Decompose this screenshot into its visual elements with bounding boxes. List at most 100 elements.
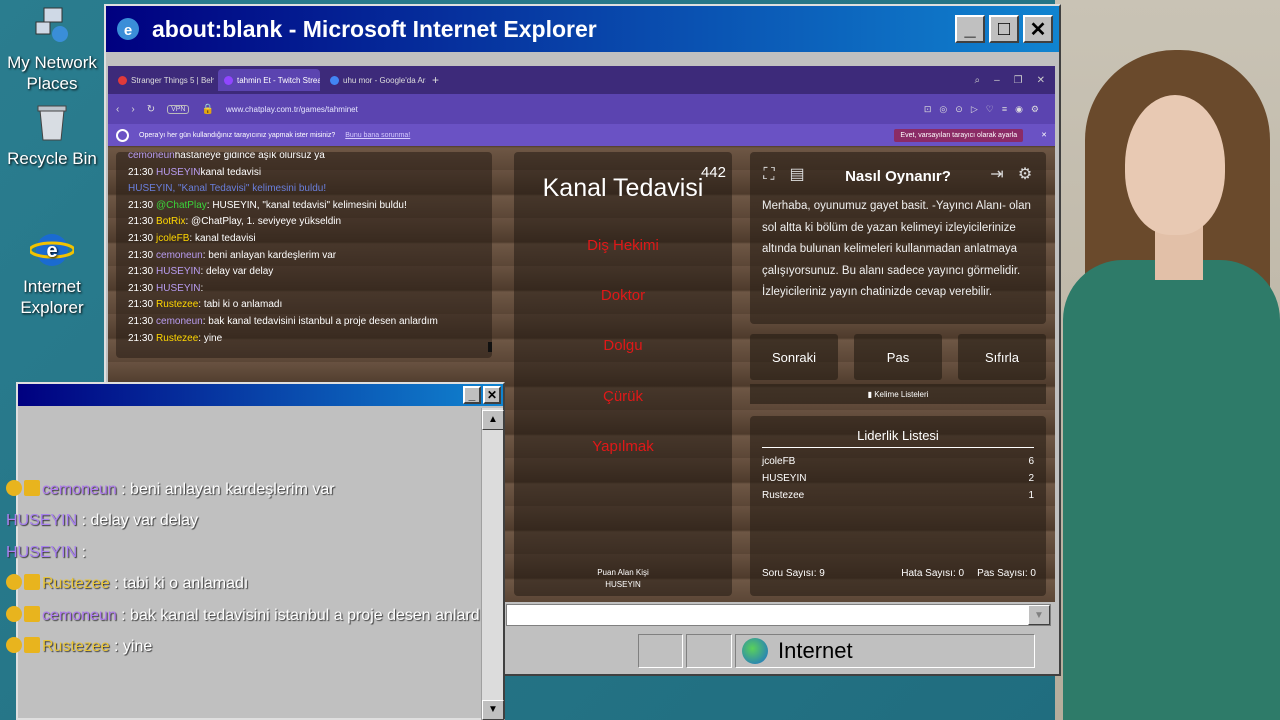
overlay-text: : beni anlayan kardeşlerim var xyxy=(116,481,335,498)
pass-button[interactable]: Pas xyxy=(854,334,942,380)
minimize-icon[interactable]: – xyxy=(994,75,1000,86)
scrollbar[interactable]: ▲ ▼ xyxy=(481,408,504,720)
message-time: 21:30 xyxy=(128,315,154,327)
reload-icon[interactable]: ↻ xyxy=(147,104,155,115)
scroll-down-button[interactable]: ▼ xyxy=(482,700,504,720)
minimize-button[interactable]: _ xyxy=(955,15,985,43)
maximize-button[interactable]: □ xyxy=(989,15,1019,43)
chat-username[interactable]: BotRix xyxy=(156,216,185,227)
chat-username[interactable]: HUSEYIN xyxy=(156,283,200,294)
chat-username[interactable]: cemoneun xyxy=(128,152,175,161)
browser-tab-active[interactable]: tahmin Et - Twitch Stream xyxy=(218,69,320,91)
toolbar-icons[interactable]: ⊡◎⊙▷♡≡◉⚙ xyxy=(924,104,1047,115)
close-icon[interactable]: ✕ xyxy=(1037,75,1045,86)
lock-icon: 🔒 xyxy=(201,103,214,115)
word-lists-button[interactable]: ▮ Kelime Listeleri xyxy=(750,384,1046,404)
infobar-dismiss-link[interactable]: Bunu bana sorunma! xyxy=(345,132,410,139)
desktop-icon-network-places[interactable]: My Network Places xyxy=(2,4,102,94)
gear-icon[interactable]: ⚙ xyxy=(1014,164,1036,186)
desktop-icon-label: Recycle Bin xyxy=(7,149,97,168)
next-button[interactable]: Sonraki xyxy=(750,334,838,380)
player-name: HUSEYIN xyxy=(762,473,807,484)
default-browser-infobar: Opera'yı her gün kullandığınız tarayıcın… xyxy=(108,124,1055,146)
tab-controls: ⌕ – ❐ ✕ xyxy=(974,75,1051,86)
chat-text: : @ChatPlay, 1. seviyeye yükseldin xyxy=(185,216,342,228)
chat-message: 21:30 Rustezee: tabi ki o anlamadı xyxy=(128,297,480,314)
chat-username[interactable]: HUSEYIN xyxy=(156,266,200,277)
overlay-titlebar[interactable]: _ ✕ xyxy=(18,384,503,406)
recycle-bin-icon xyxy=(37,105,67,141)
browser-tab[interactable]: uhu mor - Google'da Ara xyxy=(324,69,426,91)
set-default-button[interactable]: Evet, varsayılan tarayıcı olarak ayarla xyxy=(894,128,1024,142)
error-count: Hata Sayısı: 0 xyxy=(901,568,965,579)
leaderboard-row: Rustezee 1 xyxy=(762,490,1034,501)
youtube-icon xyxy=(118,75,127,85)
chat-message: HUSEYIN, "Kanal Tedavisi" kelimesini bul… xyxy=(128,181,480,198)
chat-message: 21:30 HUSEYINkanal tedavisi xyxy=(128,165,480,182)
chat-badge-icon xyxy=(24,480,40,496)
chat-username[interactable]: @ChatPlay xyxy=(156,200,207,211)
address-input[interactable]: www.chatplay.com.tr/games/tahminet xyxy=(226,105,912,114)
restore-icon[interactable]: ❐ xyxy=(1014,75,1023,86)
search-tabs-icon[interactable]: ⌕ xyxy=(974,75,980,86)
chat-message: 21:30 HUSEYIN: delay var delay xyxy=(128,264,480,281)
reset-button[interactable]: Sıfırla xyxy=(958,334,1046,380)
chat-username[interactable]: cemoneun xyxy=(156,316,203,327)
chat-username[interactable]: HUSEYIN xyxy=(128,183,172,194)
status-cell xyxy=(686,634,732,668)
minimize-button[interactable]: _ xyxy=(463,386,481,404)
chat-badge-icon xyxy=(6,574,22,591)
close-button[interactable]: ✕ xyxy=(483,386,501,404)
player-score: 6 xyxy=(1028,456,1034,467)
browser-tab[interactable]: Stranger Things 5 | Behind xyxy=(112,69,214,91)
forward-icon[interactable]: › xyxy=(131,104,134,115)
chat-text: kanal tedavisi xyxy=(200,166,262,178)
message-time: 21:30 xyxy=(128,199,154,211)
chat-scroll-thumb[interactable] xyxy=(488,342,492,352)
ie-titlebar[interactable]: e about:blank - Microsoft Internet Explo… xyxy=(106,6,1059,52)
player-name: Rustezee xyxy=(762,490,805,501)
vpn-badge[interactable]: VPN xyxy=(167,104,190,114)
zone-label: Internet xyxy=(778,638,853,663)
tab-label: uhu mor - Google'da Ara xyxy=(343,75,426,85)
chat-username[interactable]: cemoneun xyxy=(156,250,203,261)
chat-panel: cemoneunhastaneye gidince aşık olursuz y… xyxy=(116,152,492,358)
chat-badge-icon xyxy=(6,605,22,622)
exit-icon[interactable]: ⇥ xyxy=(986,164,1008,186)
chat-username[interactable]: HUSEYIN xyxy=(156,167,200,178)
close-button[interactable]: ✕ xyxy=(1023,15,1053,43)
chat-badge-icon xyxy=(24,574,40,591)
overlay-username: cemoneun xyxy=(42,606,117,624)
overlay-chat-window: _ ✕ cemoneun : beni anlayan kardeşlerim … xyxy=(6,382,505,720)
player-score: 1 xyxy=(1028,490,1034,501)
message-time: 21:30 xyxy=(128,232,154,244)
chat-message: 21:30 HUSEYIN: xyxy=(128,281,480,298)
chat-badge-icon xyxy=(6,637,22,654)
overlay-username: Rustezee xyxy=(42,575,110,593)
webcam-feed xyxy=(1055,0,1280,720)
close-icon[interactable]: ✕ xyxy=(1041,131,1047,139)
chat-text: : kanal tedavisi xyxy=(189,232,256,244)
chat-message: 21:30 cemoneun: beni anlayan kardeşlerim … xyxy=(128,248,480,265)
desktop-icon-label: My Network Places xyxy=(7,53,97,93)
dropdown-arrow-icon[interactable]: ▼ xyxy=(1028,605,1050,625)
scroll-up-button[interactable]: ▲ xyxy=(482,410,504,430)
chat-username[interactable]: jcoleFB xyxy=(156,233,189,244)
new-tab-button[interactable]: + xyxy=(432,73,439,87)
desktop-icon-recycle-bin[interactable]: Recycle Bin xyxy=(2,100,102,169)
message-time: 21:30 xyxy=(128,266,154,278)
google-icon xyxy=(330,75,339,85)
overlay-message: HUSEYIN : xyxy=(6,537,606,568)
desktop-icon-label: Internet Explorer xyxy=(20,277,84,317)
back-icon[interactable]: ‹ xyxy=(116,104,119,115)
overlay-message: cemoneun : bak kanal tedavisini istanbul… xyxy=(6,600,606,631)
chat-username[interactable]: Rustezee xyxy=(156,299,198,310)
overlay-messages: cemoneun : beni anlayan kardeşlerim var H… xyxy=(6,474,606,662)
chat-text: : beni anlayan kardeşlerim var xyxy=(202,249,337,261)
network-places-icon xyxy=(35,7,68,42)
desktop-icon-internet-explorer[interactable]: e Internet Explorer xyxy=(2,228,102,318)
how-to-play-panel: ⛶ ▤ Nasıl Oynanır? ⇥ ⚙ Merhaba, oyunumuz… xyxy=(750,152,1046,324)
opera-icon xyxy=(116,128,129,142)
chat-username[interactable]: Rustezee xyxy=(156,333,198,344)
message-time: 21:30 xyxy=(128,216,154,228)
